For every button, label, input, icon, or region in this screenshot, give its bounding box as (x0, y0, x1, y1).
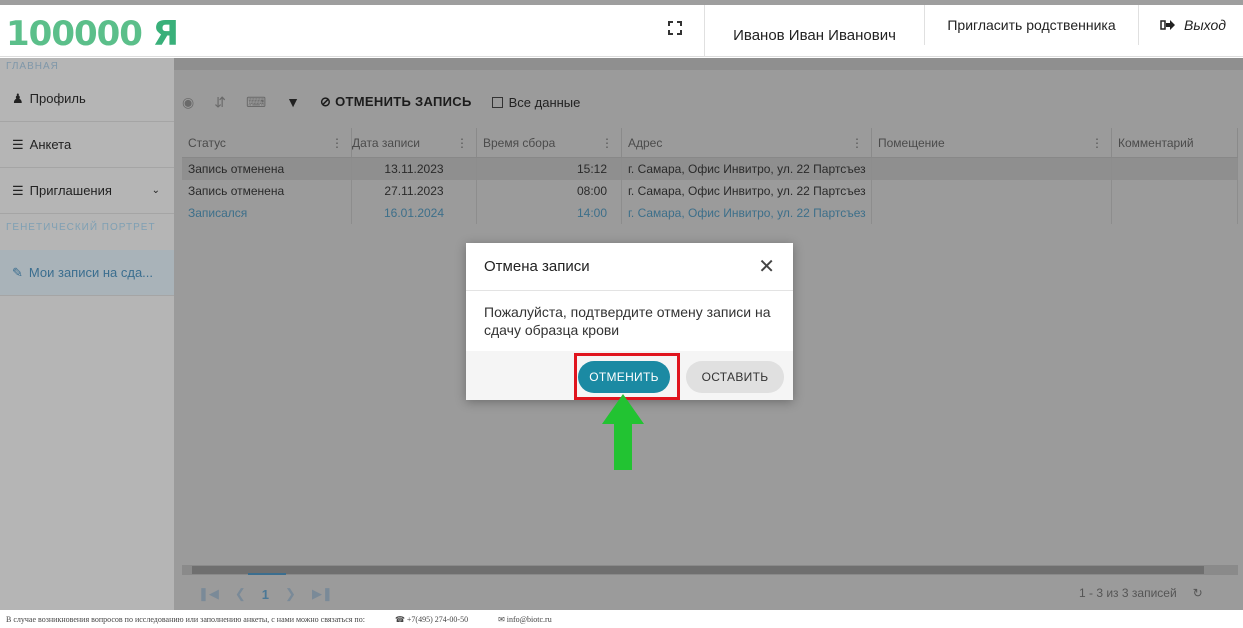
table-row[interactable]: Запись отменена 13.11.2023 15:12 г. Сама… (182, 158, 1238, 180)
column-header-time[interactable]: Время сбора ⋮ (477, 128, 622, 157)
footer-email[interactable]: ✉ info@biotc.ru (498, 615, 552, 624)
up-arrow-icon (602, 394, 644, 470)
pagination: ❚◀ ❮ 1 ❯ ▶❚ (198, 572, 333, 602)
column-header-room[interactable]: Помещение ⋮ (872, 128, 1112, 157)
column-menu-icon[interactable]: ⋮ (601, 136, 613, 150)
toolbar: ◉ ⇵ ⌨ ▼ ⊘ ОТМЕНИТЬ ЗАПИСЬ Все данные (182, 82, 580, 122)
column-header-comment[interactable]: Комментарий (1112, 128, 1238, 157)
list-icon: ☰ (12, 136, 24, 152)
cell-time: 14:00 (477, 202, 622, 224)
records-table: Статус ⋮ Дата записи ⋮ Время сбора ⋮ Адрес ⋮… (182, 128, 1238, 224)
sidebar-item-invitations[interactable]: ☰ Приглашения ⌄ (0, 168, 174, 214)
column-menu-icon[interactable]: ⋮ (851, 136, 863, 150)
keyboard-icon[interactable]: ⌨ (246, 94, 266, 111)
footer-phone[interactable]: ☎ +7(495) 274-00-50 (395, 615, 468, 624)
sort-icon[interactable]: ⇵ (214, 94, 226, 111)
eye-icon[interactable]: ◉ (182, 94, 194, 111)
column-header-status[interactable]: Статус ⋮ (182, 128, 352, 157)
cell-time: 08:00 (477, 180, 622, 202)
records-count: 1 - 3 из 3 записей ↻ (1079, 586, 1203, 600)
chevron-down-icon: ⌄ (151, 185, 160, 196)
exit-icon (1160, 20, 1175, 30)
list-icon: ☰ (12, 182, 24, 198)
sidebar-item-label: Мои записи на сда... (28, 265, 154, 280)
sidebar-item-label: Анкета (29, 137, 72, 152)
logo-number: 100000 (6, 14, 143, 54)
keep-record-button[interactable]: ОСТАВИТЬ (686, 361, 784, 393)
mail-icon: ✉ (498, 614, 505, 624)
footer-text: В случае возникновения вопросов по иссле… (6, 614, 365, 624)
cell-status: Запись отменена (182, 158, 352, 180)
cell-comment (1112, 202, 1238, 224)
cell-room (872, 158, 1112, 180)
dialog-header: Отмена записи ✕ (466, 243, 793, 291)
all-data-label: Все данные (508, 94, 581, 110)
table-row[interactable]: Записался 16.01.2024 14:00 г. Самара, Оф… (182, 202, 1238, 224)
column-menu-icon[interactable]: ⋮ (456, 136, 468, 150)
sidebar-item-label: Приглашения (29, 183, 112, 198)
column-header-date[interactable]: Дата записи ⋮ (352, 128, 477, 157)
refresh-icon[interactable]: ↻ (1193, 586, 1203, 600)
cell-date: 16.01.2024 (352, 202, 477, 224)
next-page-icon[interactable]: ❯ (285, 586, 296, 602)
table-header: Статус ⋮ Дата записи ⋮ Время сбора ⋮ Адрес ⋮… (182, 128, 1238, 158)
user-icon: ♟ (12, 90, 24, 106)
cell-comment (1112, 180, 1238, 202)
exit-label: Выход (1184, 17, 1227, 33)
close-icon[interactable]: ✕ (758, 254, 775, 279)
sidebar-section-genetic: ГЕНЕТИЧЕСКИЙ ПОРТРЕТ (6, 222, 156, 233)
cell-comment (1112, 158, 1238, 180)
cell-date: 13.11.2023 (352, 158, 477, 180)
scrollbar-thumb[interactable] (192, 566, 1204, 574)
cell-address: г. Самара, Офис Инвитро, ул. 22 Партсъез (622, 180, 872, 202)
exit-button[interactable]: Выход (1160, 5, 1226, 45)
cancel-record-button[interactable]: ⊘ ОТМЕНИТЬ ЗАПИСЬ (320, 94, 472, 110)
logo[interactable]: 100000 Я (6, 14, 179, 54)
sidebar-item-my-records[interactable]: ✎ Мои записи на сда... (0, 250, 174, 296)
logo-letter: Я (152, 14, 179, 54)
checkbox-icon (491, 96, 503, 108)
edit-icon: ✎ (12, 264, 23, 280)
last-page-icon[interactable]: ▶❚ (312, 586, 333, 602)
column-menu-icon[interactable]: ⋮ (1091, 136, 1103, 150)
table-row[interactable]: Запись отменена 27.11.2023 08:00 г. Сама… (182, 180, 1238, 202)
cell-room (872, 202, 1112, 224)
sidebar-section-main: ГЛАВНАЯ (6, 61, 59, 72)
column-header-address[interactable]: Адрес ⋮ (622, 128, 872, 157)
dialog-title: Отмена записи (484, 258, 590, 275)
cell-date: 27.11.2023 (352, 180, 477, 202)
cell-time: 15:12 (477, 158, 622, 180)
records-count-label: 1 - 3 из 3 записей (1079, 586, 1177, 600)
column-menu-icon[interactable]: ⋮ (331, 136, 343, 150)
cell-status: Записался (182, 202, 352, 224)
cell-status: Запись отменена (182, 180, 352, 202)
prev-page-icon[interactable]: ❮ (235, 586, 246, 602)
footer: В случае возникновения вопросов по иссле… (0, 610, 1243, 628)
current-page[interactable]: 1 (247, 572, 287, 602)
phone-icon: ☎ (394, 614, 405, 624)
sidebar-item-questionnaire[interactable]: ☰ Анкета (0, 122, 174, 168)
cancel-record-label: ОТМЕНИТЬ ЗАПИСЬ (335, 94, 472, 109)
fullscreen-icon[interactable] (668, 21, 682, 35)
sidebar: ГЛАВНАЯ ♟ Профиль ☰ Анкета ☰ Приглашения… (0, 58, 174, 610)
horizontal-scrollbar[interactable] (182, 565, 1238, 575)
dialog-message: Пожалуйста, подтвердите отмену записи на… (484, 304, 771, 338)
sidebar-item-profile[interactable]: ♟ Профиль (0, 76, 174, 122)
sidebar-item-label: Профиль (29, 91, 86, 106)
invite-relative-button[interactable]: Пригласить родственника (924, 5, 1139, 45)
first-page-icon[interactable]: ❚◀ (198, 586, 219, 602)
cell-address: г. Самара, Офис Инвитро, ул. 22 Партсъез (622, 158, 872, 180)
cell-address: г. Самара, Офис Инвитро, ул. 22 Партсъез (622, 202, 872, 224)
user-name[interactable]: Иванов Иван Иванович (704, 5, 924, 57)
clear-filter-icon[interactable]: ▼ (286, 94, 300, 110)
all-data-checkbox[interactable]: Все данные (491, 94, 581, 110)
cell-room (872, 180, 1112, 202)
